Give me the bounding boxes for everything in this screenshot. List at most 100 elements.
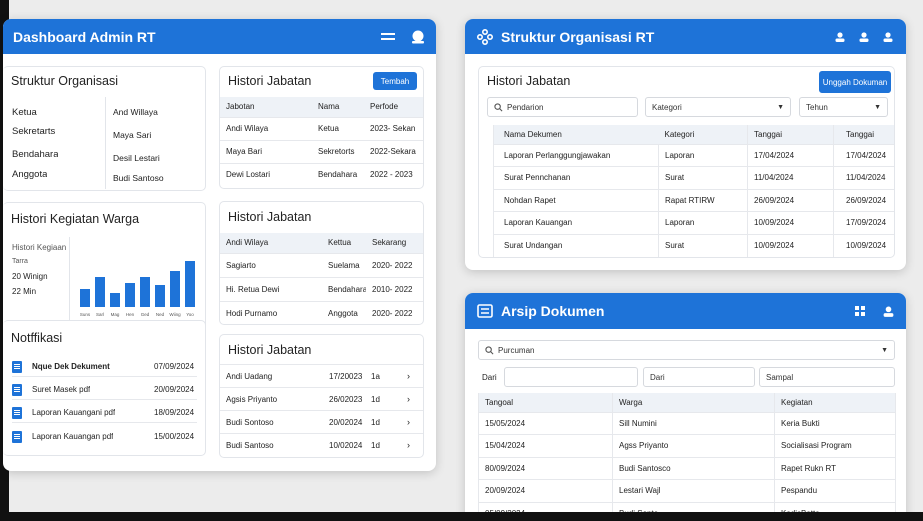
user-icon[interactable]	[832, 29, 848, 45]
kategori-select[interactable]: Kategori ▼	[645, 97, 791, 117]
table-cell: 2020- 2022	[372, 260, 413, 270]
chevron-down-icon: ▼	[881, 346, 888, 354]
member-name: Desil Lestari	[113, 153, 160, 163]
table-row[interactable]: Hi. Retua Dewi Bendahara 2010- 2022	[220, 277, 423, 301]
table-cell: 10/02024	[329, 440, 363, 450]
notification-label: Nque Dek Dekument	[32, 362, 110, 371]
menu-icon[interactable]	[380, 29, 396, 45]
dari-label: Dari	[482, 373, 497, 382]
struktur-header: Struktur Organisasi RT	[465, 19, 906, 54]
histori-jabatan-card-2: Histori Jabatan Andi Wilaya Kettua Sekar…	[219, 201, 424, 325]
notifikasi-title: Notffikasi	[11, 331, 63, 345]
chart-bar	[140, 277, 150, 307]
table-cell: 1d	[371, 394, 380, 404]
table-row[interactable]: Maya Bari Sekretorts 2022-Sekara	[220, 140, 423, 163]
chevron-right-icon[interactable]: ›	[401, 411, 423, 434]
role-label: Bendahara	[12, 149, 59, 160]
table-row[interactable]: 15/04/2024 Agss Priyanto Socialisasi Progr…	[478, 434, 896, 457]
chevron-right-icon[interactable]: ›	[401, 434, 423, 457]
table-row[interactable]: 15/05/2024 Sill Numini Keria Bukti	[478, 412, 896, 435]
table-cell: 15/05/2024	[485, 418, 526, 428]
table-cell: Budi Sontoso	[226, 417, 274, 427]
table-cell: 10/09/2024	[833, 234, 894, 257]
member-name: Maya Sari	[113, 130, 152, 140]
divider	[105, 97, 106, 189]
user-icon[interactable]	[410, 29, 426, 45]
divider	[69, 237, 70, 321]
notification-item[interactable]: Suret Masek pdf 20/09/2024	[12, 380, 197, 400]
chevron-right-icon[interactable]: ›	[401, 388, 423, 411]
table-row[interactable]: Andi Uadang 17/20023 1a ›	[220, 364, 423, 388]
table-row[interactable]: Laporan Kauangan Laporan 10/09/2024 17/09/2…	[493, 211, 894, 234]
chart-bar	[125, 283, 135, 307]
table-row[interactable]: Nohdan Rapet Rapat RTIRW 26/09/2024 26/09/2…	[493, 189, 894, 212]
table-cell: 1d	[371, 440, 380, 450]
histori-table: Andi Uadang 17/20023 1a › Agsis Priyanto 26/…	[220, 364, 423, 457]
table-row[interactable]: Budi Santoso 10/02024 1d ›	[220, 433, 423, 457]
member-name: And Willaya	[113, 107, 158, 117]
user-icon[interactable]	[880, 303, 896, 319]
upload-button[interactable]: Unggah Dokuman	[819, 71, 891, 93]
chevron-right-icon[interactable]: ›	[401, 365, 423, 388]
dokumen-table: Nama Dekumen Kategori Tanggai Tanggai La…	[493, 125, 894, 257]
table-cell: Laporan	[658, 144, 748, 167]
table-row[interactable]: Budi Sontoso 20/02024 1d ›	[220, 410, 423, 434]
table-cell: Budi Santosco	[612, 457, 775, 480]
bar-label: Mag	[111, 312, 120, 317]
arsip-search-placeholder: Purcuman	[498, 345, 535, 355]
table-cell: 17/04/2024	[833, 144, 894, 167]
sampai-placeholder: Sampal	[766, 372, 794, 382]
column-header: Tangoal	[485, 397, 514, 407]
table-row[interactable]: Surat Pennchanan Surat 11/04/2024 11/04/202…	[493, 166, 894, 189]
table-row[interactable]: Dewi Lostari Bendahara 2022 - 2023	[220, 163, 423, 186]
sampai-input[interactable]: Sampal	[759, 367, 895, 387]
arsip-search-input[interactable]: Purcuman ▼	[478, 340, 895, 360]
column-header: Tanggai	[833, 125, 894, 144]
table-cell: 10/09/2024	[747, 234, 834, 257]
kegiatan-bar-chart: Suns Sarl Mag Hen Ged Ned Wiing Yoo	[80, 261, 195, 317]
user-icon[interactable]	[880, 29, 896, 45]
search-input[interactable]: Pendarion	[487, 97, 638, 117]
table-row[interactable]: 20/09/2024 Lestari Wajl Pespandu	[478, 479, 896, 502]
table-cell: 10/09/2024	[747, 211, 834, 234]
table-cell: Rapat RTIRW	[658, 189, 748, 212]
table-row[interactable]: Surat Undangan Surat 10/09/2024 10/09/2024	[493, 234, 894, 257]
table-cell: Sekretorts	[318, 147, 355, 156]
tahun-select[interactable]: Tehun ▼	[799, 97, 888, 117]
kegiatan-side-text: 22 Min	[12, 287, 37, 296]
table-cell: Dewi Lostari	[226, 170, 271, 180]
table-row[interactable]: Hodi Purnamo Anggota 2020- 2022	[220, 301, 423, 324]
arsip-window-title: Arsip Dokumen	[501, 303, 605, 319]
table-cell: Bendahara	[328, 284, 366, 294]
grid-icon[interactable]	[852, 303, 868, 319]
notification-item[interactable]: Laporan Kauangani pdf 18/09/2024	[12, 403, 197, 423]
column-header: Kegiatan	[774, 393, 896, 412]
chart-bar	[80, 289, 90, 307]
bar-label: Ned	[156, 312, 165, 317]
table-row[interactable]: Agsis Priyanto 26/02023 1d ›	[220, 387, 423, 411]
notification-item[interactable]: Laporan Kauangan pdf 15/00/2024	[12, 427, 197, 447]
screen-edge-bottom	[0, 512, 923, 521]
dari-input[interactable]	[504, 367, 638, 387]
notification-date: 07/09/2024	[154, 362, 195, 371]
table-cell: 15/04/2024	[485, 441, 526, 451]
table-header-row: Jabotan Nama Perfode	[220, 97, 423, 117]
table-row[interactable]: 80/09/2024 Budi Santosco Rapet Rukn RT	[478, 457, 896, 480]
tambah-button[interactable]: Tembah	[373, 72, 417, 90]
kategori-placeholder: Kategori	[652, 102, 682, 112]
histori-title: Histori Jabatan	[228, 74, 312, 88]
dari-date-input[interactable]: Dari	[643, 367, 755, 387]
histori-table: Andi Wilaya Kettua Sekarang Sagiarto Suel…	[220, 233, 423, 324]
user-icon[interactable]	[856, 29, 872, 45]
table-cell: Lestari Wajl	[612, 479, 775, 502]
table-row[interactable]: Sagiarto Suelama 2020- 2022	[220, 253, 423, 277]
chart-bar	[95, 277, 105, 307]
notification-item[interactable]: Nque Dek Dekument 07/09/2024	[12, 357, 197, 377]
table-cell: 2023- Sekan	[370, 124, 416, 133]
table-row[interactable]: Laporan Perlanggungjawakan Laporan 17/04/2…	[493, 144, 894, 167]
table-cell: Bendahara	[318, 170, 358, 180]
table-cell: 2010- 2022	[372, 284, 413, 294]
notifikasi-card: Notffikasi Nque Dek Dekument 07/09/2024 …	[3, 320, 206, 456]
table-row[interactable]: Andi Wilaya Ketua 2023- Sekan	[220, 117, 423, 140]
histori-table: Jabotan Nama Perfode Andi Wilaya Ketua 202…	[220, 97, 423, 186]
